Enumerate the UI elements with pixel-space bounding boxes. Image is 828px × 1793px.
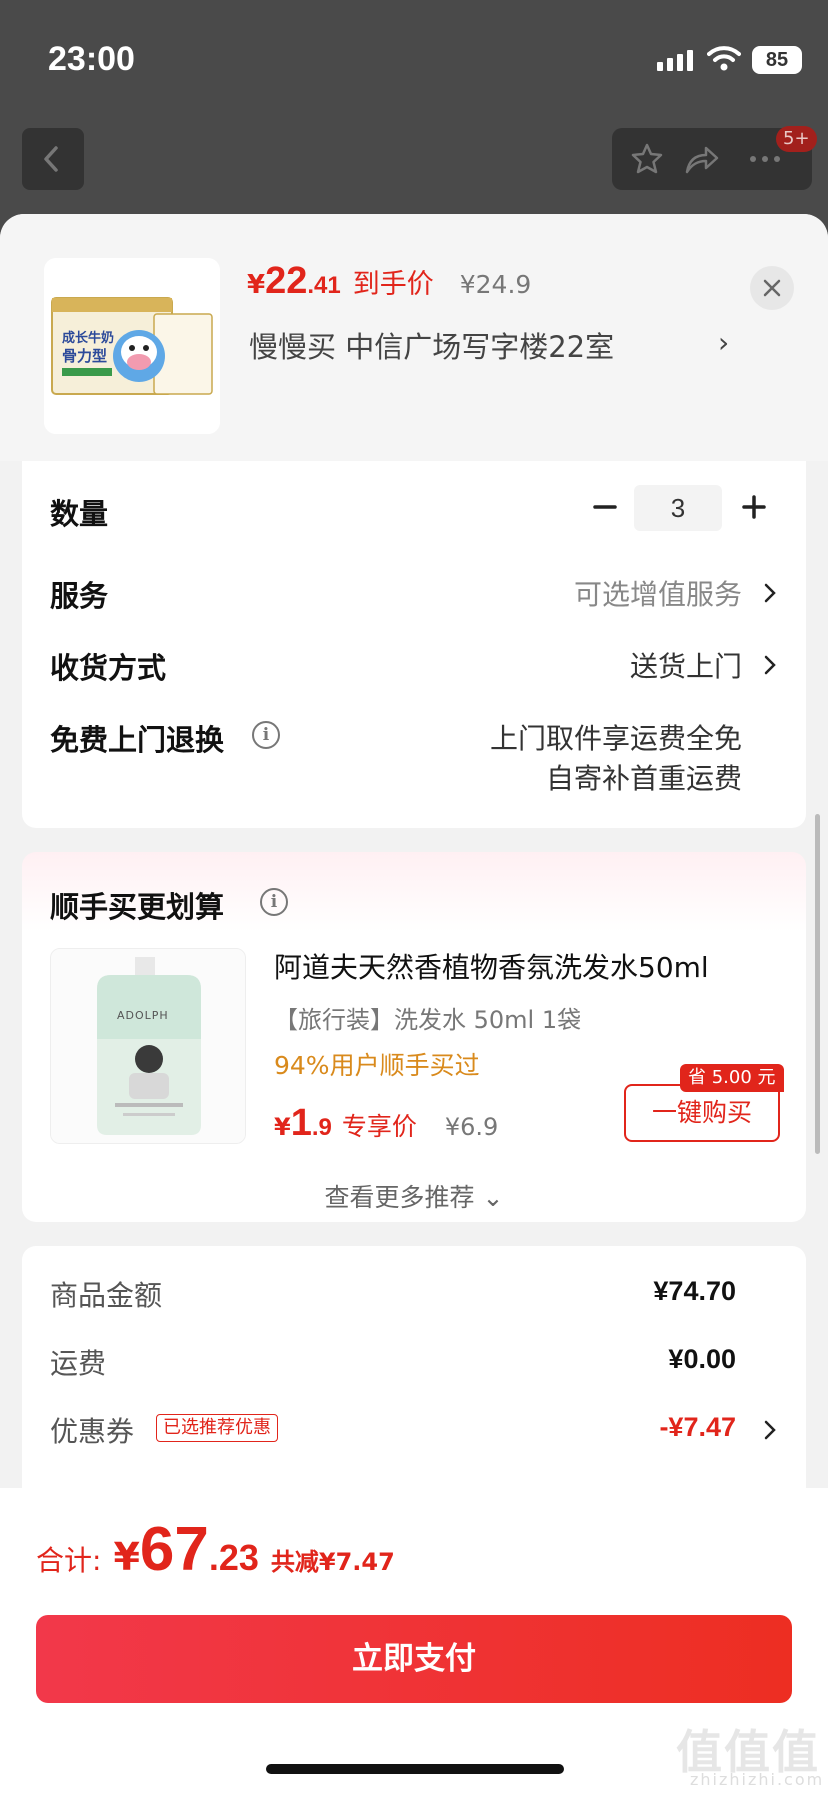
info-icon[interactable]: i (252, 721, 280, 749)
product-image: 成长牛奶 骨力型 (44, 258, 220, 434)
price-summary-card: 商品金额 ¥74.70 运费 ¥0.00 优惠券 已选推荐优惠 -¥7.47 (22, 1246, 806, 1506)
service-chevron-icon[interactable] (762, 579, 778, 607)
total-discount: 共减¥7.47 (270, 1548, 395, 1576)
price-yen: ¥ (247, 270, 266, 300)
recommendation-title: 顺手买更划算 (50, 890, 225, 924)
pay-now-button[interactable]: 立即支付 (36, 1615, 792, 1703)
coupon-chevron-icon[interactable] (762, 1416, 778, 1444)
save-badge: 省 5.00 元 (680, 1064, 784, 1092)
delivery-chevron-icon[interactable] (762, 651, 778, 679)
rec-original-price: ¥6.9 (444, 1113, 499, 1141)
goods-amount-value: ¥74.70 (653, 1276, 736, 1306)
checkout-footer: 合计: ¥ 67 .23 共减¥7.47 立即支付 值值值 zhizhizhi.… (0, 1488, 828, 1793)
one-click-buy-button[interactable]: 一键购买 (624, 1084, 780, 1142)
minus-button[interactable] (589, 491, 621, 523)
address-chevron-icon[interactable]: › (718, 326, 729, 359)
delivery-value[interactable]: 送货上门 (630, 645, 742, 685)
plus-button[interactable] (738, 491, 770, 523)
quantity-input[interactable]: 3 (634, 485, 722, 531)
status-time: 23:00 (48, 40, 135, 78)
star-icon[interactable] (630, 142, 664, 176)
shipping-value: ¥0.00 (668, 1344, 736, 1374)
recommended-product-title[interactable]: 阿道夫天然香植物香氛洗发水50ml (274, 946, 709, 986)
coupon-value[interactable]: -¥7.47 (659, 1412, 736, 1443)
header-price: ¥ 22 .41 到手价 ¥24.9 (247, 260, 531, 303)
image-text-2: 骨力型 (62, 347, 107, 365)
total-yen: ¥ (113, 1535, 140, 1579)
quantity-label: 数量 (50, 497, 109, 531)
status-bar: 23:00 85 (0, 0, 828, 110)
recommended-product-spec: 【旅行装】洗发水 50ml 1袋 (274, 1006, 582, 1034)
delivery-label: 收货方式 (50, 651, 167, 685)
signal-icon (657, 50, 693, 71)
return-line1: 上门取件享运费全免 (489, 722, 742, 755)
cart-badge: 5+ (776, 126, 817, 152)
return-line2: 自寄补首重运费 (545, 762, 742, 795)
recommended-price: ¥ 1 .9 专享价 ¥6.9 (274, 1102, 498, 1145)
goods-amount-label: 商品金额 (50, 1279, 163, 1312)
original-price: ¥24.9 (459, 270, 532, 299)
service-label: 服务 (50, 579, 109, 613)
price-decimal: .41 (307, 272, 341, 299)
back-arrow-icon (44, 146, 58, 172)
more-icon[interactable] (748, 154, 782, 164)
service-value[interactable]: 可选增值服务 (574, 573, 742, 613)
more-recommendations-link[interactable]: 查看更多推荐 ⌄ (22, 1178, 806, 1214)
watermark-url: zhizhizhi.com (690, 1770, 825, 1789)
delivery-address[interactable]: 慢慢买 中信广场写字楼22室 (249, 324, 749, 366)
rec-price-yen: ¥ (274, 1113, 291, 1141)
close-button[interactable] (750, 266, 794, 310)
image-brand: ADOLPH (117, 1009, 169, 1022)
total-label: 合计: (36, 1544, 102, 1577)
info-icon[interactable]: i (260, 888, 288, 916)
sheet-header: 成长牛奶 骨力型 ¥ 22 .41 到手价 ¥24.9 慢慢买 中信广场写字楼2… (0, 214, 828, 461)
shipping-label: 运费 (50, 1347, 107, 1380)
battery-indicator: 85 (752, 46, 802, 74)
options-card: 数量 3 服务 可选增值服务 收货方式 送货上门 免费上门退换 i 上门取件享运… (22, 461, 806, 828)
total-decimal: .23 (208, 1537, 259, 1578)
recommended-product-image[interactable]: ADOLPH (50, 948, 246, 1144)
price-label: 到手价 (352, 269, 434, 300)
close-icon (763, 279, 781, 297)
coupon-label: 优惠券 (50, 1415, 135, 1448)
home-indicator[interactable] (266, 1764, 564, 1774)
back-button[interactable] (22, 128, 84, 190)
share-icon[interactable] (684, 142, 720, 176)
price-integer: 22 (265, 260, 308, 302)
coupon-tag: 已选推荐优惠 (156, 1414, 278, 1442)
scrollbar[interactable] (815, 814, 820, 1154)
total-integer: 67 (139, 1515, 209, 1584)
return-label: 免费上门退换 (50, 723, 225, 757)
social-proof-text: 94%用户顺手买过 (274, 1051, 480, 1080)
rec-price-label: 专享价 (341, 1112, 417, 1141)
rec-price-decimal: .9 (311, 1114, 332, 1141)
image-text-1: 成长牛奶 (62, 330, 114, 346)
recommendation-card: 顺手买更划算 i ADOLPH 阿道夫天然香植物香氛洗发水50ml 【旅行装】洗… (22, 852, 806, 1222)
total-row: 合计: ¥ 67 .23 共减¥7.47 (36, 1514, 395, 1585)
rec-price-integer: 1 (290, 1102, 312, 1144)
wifi-icon (707, 46, 741, 71)
